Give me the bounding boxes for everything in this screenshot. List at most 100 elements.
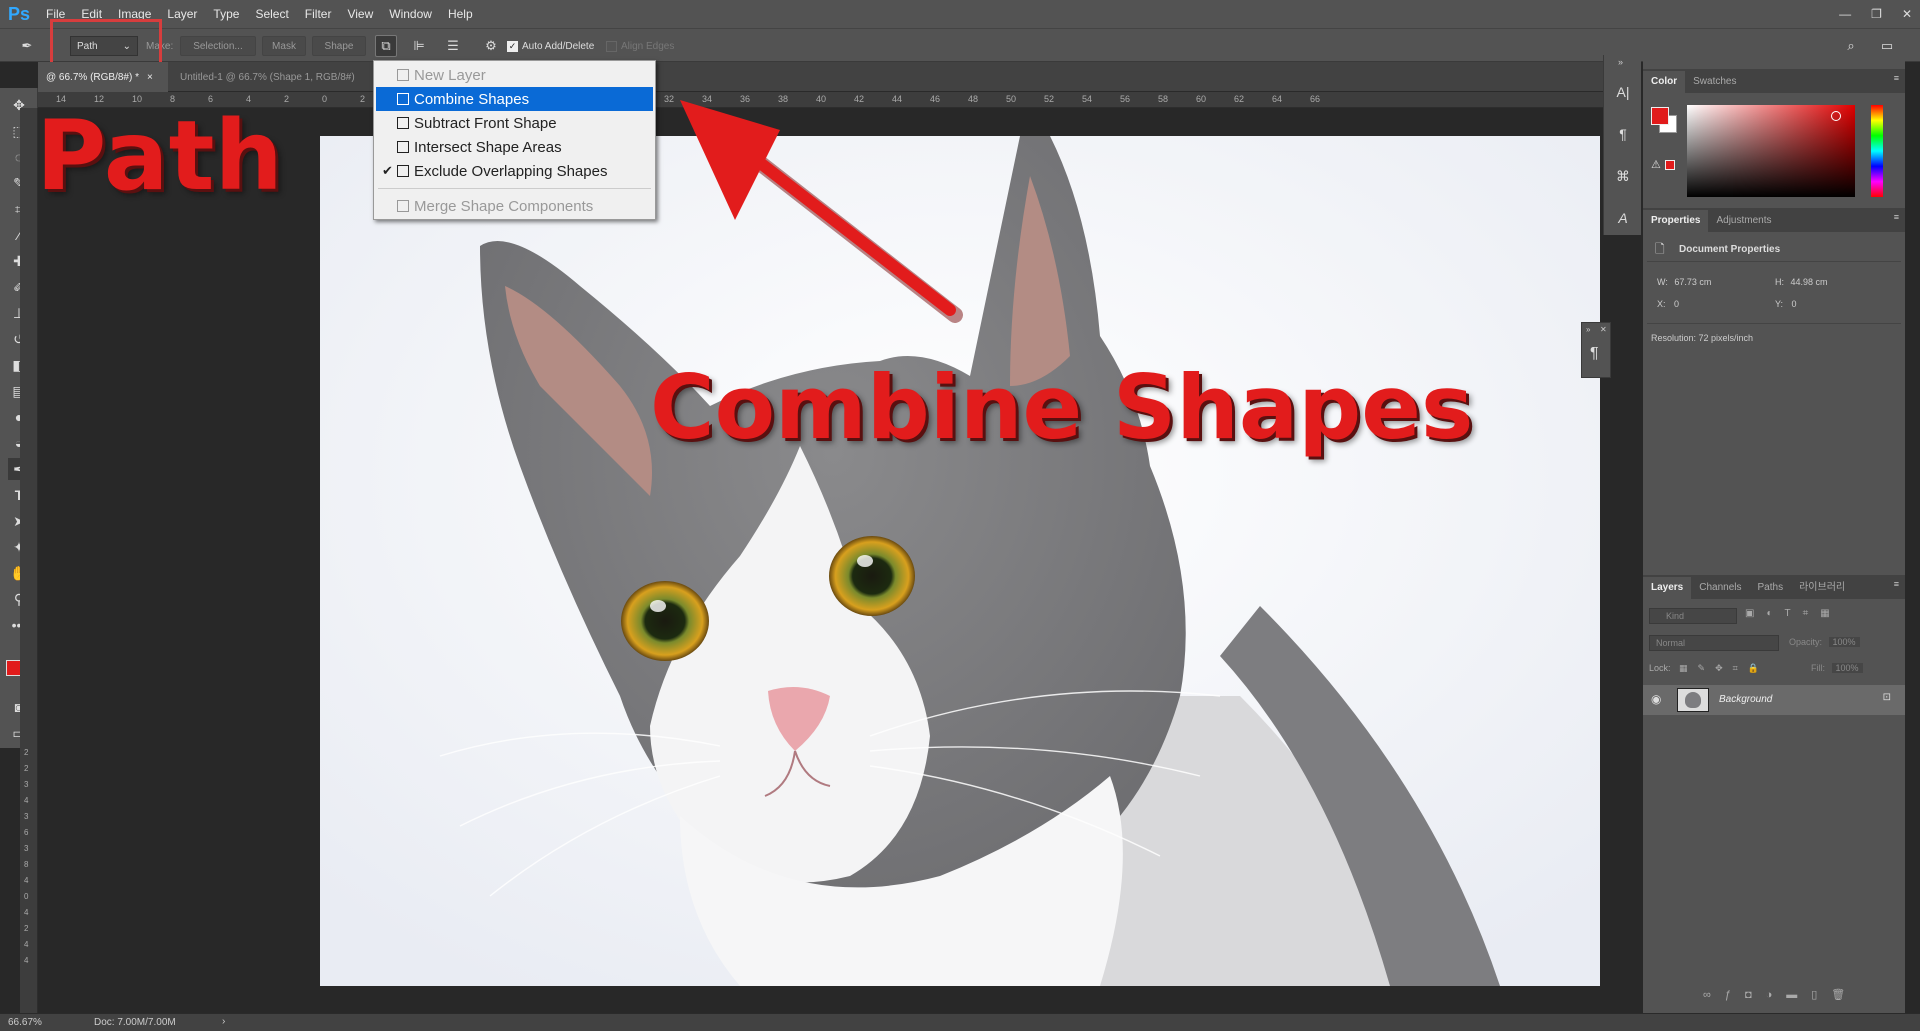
menu-divider [378,188,651,189]
layer-row-background[interactable]: ◉ Background ⊡ [1643,685,1905,715]
auto-add-delete-label: Auto Add/Delete [522,40,595,52]
doc-size: Doc: 7.00M/7.00M [94,1017,176,1028]
path-mode-highlight [50,19,162,65]
gamut-color-swatch[interactable] [1665,160,1675,170]
x-value[interactable]: 0 [1674,299,1679,309]
opacity-input[interactable]: 100% [1828,637,1860,647]
tab-color[interactable]: Color [1643,71,1686,93]
menu-select[interactable]: Select [247,0,296,28]
fill-input[interactable]: 100% [1831,663,1863,673]
x-label: X: [1657,299,1666,309]
character-styles-icon[interactable]: A [1612,207,1634,229]
workspace-icon[interactable]: ▭ [1876,35,1898,57]
tab-active-document[interactable]: @ 66.7% (RGB/8#) * × [38,62,168,92]
vertical-ruler: 2 2 3 4 3 6 3 8 4 0 4 2 4 4 [20,108,38,1013]
divider [1647,261,1901,262]
h-value[interactable]: 44.98 cm [1791,277,1828,287]
minimize-button[interactable]: — [1839,7,1851,21]
menu-item-subtract-front-shape[interactable]: Subtract Front Shape [376,111,653,135]
search-icon[interactable]: ⌕ [1840,35,1862,57]
hue-slider[interactable] [1871,105,1883,197]
menu-view[interactable]: View [339,0,381,28]
menu-item-merge-shape-components[interactable]: Merge Shape Components [376,194,653,218]
ruler-tick-label: 8 [24,860,29,869]
path-alignment-icon[interactable]: ⊫ [408,35,430,57]
tab-libraries[interactable]: 라이브러리 [1791,577,1853,599]
collapse-icon[interactable]: » [1618,57,1623,67]
tab-swatches[interactable]: Swatches [1685,71,1744,93]
color-field[interactable] [1687,105,1855,197]
menu-item-label: Intersect Shape Areas [414,138,562,156]
panel-menu-icon[interactable]: ≡ [1894,212,1899,222]
paragraph-styles-icon[interactable]: ¶ [1612,123,1634,145]
tab-properties[interactable]: Properties [1643,210,1709,232]
blend-mode-select[interactable]: Normal [1649,635,1779,651]
ruler-tick-label: 0 [24,892,29,901]
close-icon[interactable]: × [147,72,153,83]
menu-filter[interactable]: Filter [297,0,340,28]
layer-filter-icons[interactable]: ▣◐T⌗▦ [1745,608,1895,624]
zoom-level[interactable]: 66.67% [8,1017,42,1028]
panel-menu-icon[interactable]: ≡ [1894,73,1899,83]
blend-mode-value: Normal [1656,638,1686,648]
make-selection-button[interactable]: Selection... [180,36,256,56]
menu-item-combine-shapes[interactable]: Combine Shapes [376,87,653,111]
ruler-tick-label: 58 [1158,94,1169,104]
color-foreground-swatch[interactable] [1651,107,1669,125]
collapse-icon[interactable]: » [1586,325,1590,334]
panel-icon-strip: » A| ¶ ⌘ A [1603,55,1641,235]
gear-icon[interactable]: ⚙ [480,35,502,57]
lock-icons[interactable]: ▦✎✥⌗🔒 [1679,663,1769,673]
divider [1647,323,1901,324]
color-picker-marker[interactable] [1831,111,1841,121]
menu-item-intersect-shape-areas[interactable]: Intersect Shape Areas [376,135,653,159]
ruler-tick-label: 4 [24,940,29,949]
tab-adjustments[interactable]: Adjustments [1708,210,1779,232]
restore-button[interactable]: ❐ [1871,7,1882,21]
menu-window[interactable]: Window [381,0,440,28]
character-panel-icon[interactable]: A| [1612,81,1634,103]
path-operations-icon[interactable]: ⧉ [375,35,397,57]
tab-channels[interactable]: Channels [1691,577,1749,599]
y-value[interactable]: 0 [1792,299,1797,309]
ruler-tick-label: 50 [1006,94,1017,104]
menu-item-label: New Layer [414,66,486,84]
exclude-shape-icon [397,165,409,177]
ruler-tick-label: 64 [1272,94,1283,104]
close-window-button[interactable]: ✕ [1902,7,1912,21]
document-tab-bar: @ 66.7% (RGB/8#) * × Untitled-1 @ 66.7% … [38,62,1603,92]
panel-menu-icon[interactable]: ≡ [1894,579,1899,589]
align-edges-checkbox[interactable]: Align Edges [606,36,674,56]
menu-layer[interactable]: Layer [159,0,205,28]
menu-type[interactable]: Type [205,0,247,28]
layers-footer-icons[interactable]: ∞ƒ◘◑▬▯🗑 [1703,988,1859,1001]
color-panel-tabs: Color Swatches ≡ [1643,69,1905,93]
auto-add-delete-checkbox[interactable]: ✓ Auto Add/Delete [507,36,594,56]
glyphs-panel-icon[interactable]: ⌘ [1612,165,1634,187]
layer-name[interactable]: Background [1719,694,1772,705]
close-icon[interactable]: ✕ [1600,325,1607,334]
make-mask-button[interactable]: Mask [262,36,306,56]
status-arrow-icon[interactable]: › [222,1016,225,1027]
menu-item-exclude-overlapping-shapes[interactable]: ✔ Exclude Overlapping Shapes [376,159,653,183]
menu-help[interactable]: Help [440,0,481,28]
checkbox-unchecked-icon [606,40,617,52]
ruler-tick-label: 2 [24,764,29,773]
path-arrangement-icon[interactable]: ☰ [442,35,464,57]
new-layer-icon [397,69,409,81]
tab-layers[interactable]: Layers [1643,577,1692,599]
layer-filter-select[interactable]: Kind [1649,608,1737,624]
checkbox-checked-icon: ✓ [507,40,518,52]
eye-icon[interactable]: ◉ [1651,692,1661,706]
make-shape-button[interactable]: Shape [312,36,366,56]
w-value[interactable]: 67.73 cm [1674,277,1711,287]
ruler-tick-label: 2 [284,94,290,104]
tab-paths[interactable]: Paths [1750,577,1792,599]
pen-tool-icon[interactable]: ✒ [16,35,38,57]
layers-panel-tabs: Layers Channels Paths 라이브러리 ≡ [1643,575,1905,599]
ruler-tick-label: 2 [360,94,366,104]
paragraph-icon[interactable]: ¶ [1590,345,1599,363]
menu-item-label: Merge Shape Components [414,197,594,215]
gamut-warning-icon[interactable]: ⚠ [1651,158,1661,171]
menu-item-new-layer[interactable]: New Layer [376,63,653,87]
